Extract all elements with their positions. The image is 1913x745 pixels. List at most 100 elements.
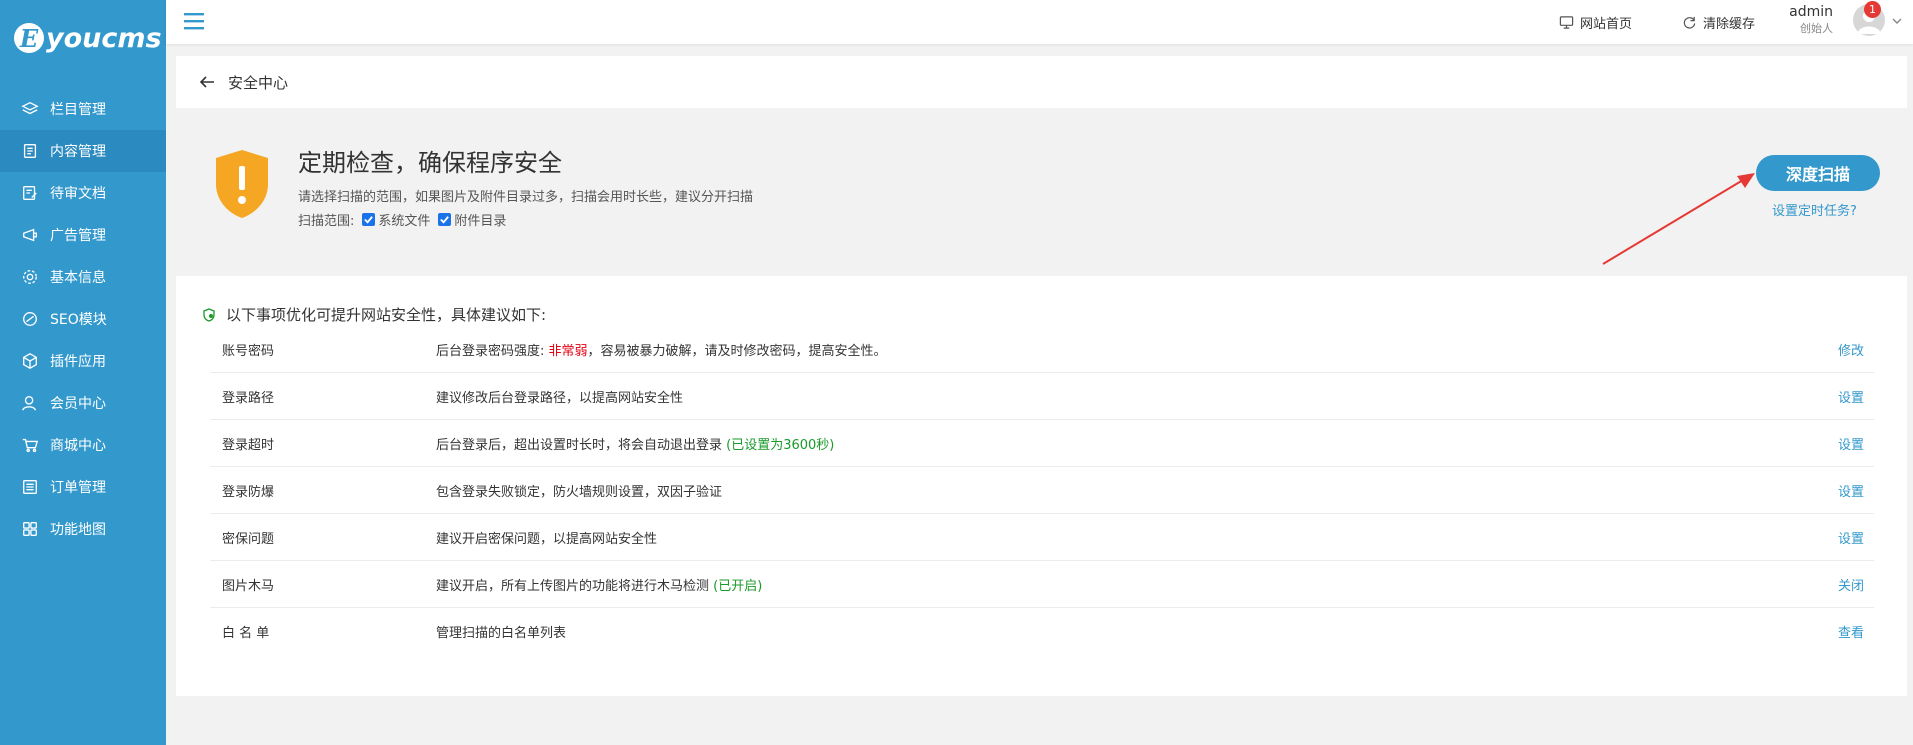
- sidebar-item-plugins[interactable]: 插件应用: [0, 340, 166, 382]
- sidebar-item-content[interactable]: 内容管理: [0, 130, 166, 172]
- sidebar-item-label: 订单管理: [50, 480, 106, 496]
- scan-scope: 扫描范围: 系统文件 附件目录: [298, 210, 506, 229]
- sidebar-item-label: 内容管理: [50, 144, 106, 160]
- sidebar-item-label: 栏目管理: [50, 102, 106, 118]
- user-icon: [20, 393, 40, 413]
- cart-icon: [20, 435, 40, 455]
- gear-icon: [20, 267, 40, 287]
- row-name: 账号密码: [222, 343, 275, 359]
- status-note: (已设置为3600秒): [726, 437, 835, 453]
- table-row: 图片木马 建议开启，所有上传图片的功能将进行木马检测 (已开启) 关闭: [210, 561, 1874, 608]
- checkbox-checked-icon: [438, 213, 452, 226]
- user-info[interactable]: admin 创始人: [1789, 4, 1833, 36]
- row-name: 密保问题: [222, 531, 275, 547]
- row-name: 白 名 单: [222, 625, 270, 641]
- row-name: 登录超时: [222, 437, 275, 453]
- row-description: 包含登录失败锁定，防火墙规则设置，双因子验证: [436, 481, 1804, 500]
- user-role: 创始人: [1800, 22, 1833, 35]
- checkbox-label: 附件目录: [454, 214, 507, 229]
- login-timeout-settings-link[interactable]: 设置: [1804, 434, 1874, 453]
- monitor-icon: [1559, 16, 1574, 29]
- sidebar-item-shop[interactable]: 商城中心: [0, 424, 166, 466]
- topbar: 网站首页 清除缓存 admin 创始人 1: [166, 0, 1913, 44]
- attachments-checkbox[interactable]: 附件目录: [438, 210, 506, 229]
- shield-check-icon: [203, 307, 215, 322]
- row-description: 建议开启密保问题，以提高网站安全性: [436, 528, 1804, 547]
- row-description: 后台登录后，超出设置时长时，将会自动退出登录 (已设置为3600秒): [436, 434, 1804, 453]
- scan-scope-label: 扫描范围:: [298, 214, 355, 229]
- annotation-arrow: [1602, 173, 1755, 265]
- edit-doc-icon: [20, 183, 40, 203]
- grid-icon: [20, 519, 40, 539]
- sidebar-item-label: 商城中心: [50, 438, 106, 454]
- row-name: 登录防爆: [222, 484, 275, 500]
- back-arrow-icon[interactable]: [198, 73, 216, 91]
- logo-mark: E: [14, 23, 44, 53]
- table-row: 账号密码 后台登录密码强度: 非常弱，容易被暴力破解，请及时修改密码，提高安全性…: [210, 326, 1874, 373]
- whitelist-view-link[interactable]: 查看: [1804, 622, 1874, 641]
- desc-text: ，容易被暴力破解，请及时修改密码，提高安全性。: [587, 343, 887, 359]
- desc-text: 建议修改后台登录路径，以提高网站安全性: [436, 390, 684, 406]
- user-name: admin: [1789, 4, 1833, 20]
- security-question-settings-link[interactable]: 设置: [1804, 528, 1874, 547]
- sidebar-menu: 栏目管理 内容管理 待审文档 广告管理 基本信息 SEO模块 插件应用 会员中心…: [0, 88, 166, 550]
- table-row: 登录超时 后台登录后，超出设置时长时，将会自动退出登录 (已设置为3600秒) …: [210, 420, 1874, 467]
- suggestions-heading: 以下事项优化可提升网站安全性，具体建议如下:: [202, 304, 546, 325]
- checkbox-label: 系统文件: [378, 214, 431, 229]
- sidebar-item-orders[interactable]: 订单管理: [0, 466, 166, 508]
- site-home-label: 网站首页: [1580, 17, 1633, 32]
- sidebar-item-seo[interactable]: SEO模块: [0, 298, 166, 340]
- desc-text: 后台登录密码强度:: [436, 343, 549, 359]
- shield-warning-icon: [216, 150, 268, 218]
- row-description: 管理扫描的白名单列表: [436, 622, 1804, 641]
- sidebar-item-basic[interactable]: 基本信息: [0, 256, 166, 298]
- login-protection-settings-link[interactable]: 设置: [1804, 481, 1874, 500]
- scan-heading: 定期检查，确保程序安全: [298, 149, 562, 177]
- login-path-settings-link[interactable]: 设置: [1804, 387, 1874, 406]
- row-description: 建议修改后台登录路径，以提高网站安全性: [436, 387, 1804, 406]
- clear-cache-label: 清除缓存: [1703, 17, 1756, 32]
- cube-icon: [20, 351, 40, 371]
- document-icon: [20, 141, 40, 161]
- suggestions-table: 账号密码 后台登录密码强度: 非常弱，容易被暴力破解，请及时修改密码，提高安全性…: [210, 326, 1874, 654]
- sidebar-item-column[interactable]: 栏目管理: [0, 88, 166, 130]
- page-title: 安全中心: [228, 73, 289, 92]
- logo[interactable]: E youcms: [0, 0, 166, 76]
- sidebar-item-pending[interactable]: 待审文档: [0, 172, 166, 214]
- sidebar: E youcms 栏目管理 内容管理 待审文档 广告管理 基本信息 SEO模块 …: [0, 0, 166, 745]
- suggestions-panel: 以下事项优化可提升网站安全性，具体建议如下: 账号密码 后台登录密码强度: 非常…: [176, 276, 1907, 696]
- sidebar-item-label: 基本信息: [50, 270, 106, 286]
- table-row: 登录路径 建议修改后台登录路径，以提高网站安全性 设置: [210, 373, 1874, 420]
- table-row: 登录防爆 包含登录失败锁定，防火墙规则设置，双因子验证 设置: [210, 467, 1874, 514]
- desc-text: 建议开启密保问题，以提高网站安全性: [436, 531, 658, 547]
- page-header: 安全中心: [176, 56, 1907, 108]
- list-icon: [20, 477, 40, 497]
- schedule-task-link[interactable]: 设置定时任务?: [1772, 200, 1857, 219]
- desc-text: 管理扫描的白名单列表: [436, 625, 567, 641]
- chevron-down-icon[interactable]: [1891, 16, 1903, 26]
- site-home-link[interactable]: 网站首页: [1559, 13, 1632, 32]
- suggestions-heading-text: 以下事项优化可提升网站安全性，具体建议如下:: [226, 306, 547, 324]
- row-name: 登录路径: [222, 390, 275, 406]
- layers-icon: [20, 99, 40, 119]
- password-strength-value: 非常弱: [548, 343, 588, 359]
- desc-text: 包含登录失败锁定，防火墙规则设置，双因子验证: [436, 484, 723, 500]
- table-row: 密保问题 建议开启密保问题，以提高网站安全性 设置: [210, 514, 1874, 561]
- deep-scan-button[interactable]: 深度扫描: [1756, 155, 1880, 191]
- logo-text: youcms: [46, 22, 162, 54]
- sidebar-item-ads[interactable]: 广告管理: [0, 214, 166, 256]
- sidebar-item-label: SEO模块: [50, 312, 107, 328]
- hamburger-menu-icon[interactable]: [184, 10, 206, 32]
- sidebar-item-label: 待审文档: [50, 186, 106, 202]
- sidebar-item-label: 插件应用: [50, 354, 106, 370]
- sidebar-item-label: 会员中心: [50, 396, 106, 412]
- notification-badge[interactable]: 1: [1864, 1, 1881, 18]
- sidebar-item-map[interactable]: 功能地图: [0, 508, 166, 550]
- checkbox-checked-icon: [362, 213, 376, 226]
- image-trojan-close-link[interactable]: 关闭: [1804, 575, 1874, 594]
- sidebar-item-members[interactable]: 会员中心: [0, 382, 166, 424]
- row-description: 建议开启，所有上传图片的功能将进行木马检测 (已开启): [436, 575, 1804, 594]
- modify-password-link[interactable]: 修改: [1804, 340, 1874, 359]
- clear-cache-link[interactable]: 清除缓存: [1682, 13, 1755, 32]
- system-files-checkbox[interactable]: 系统文件: [362, 210, 430, 229]
